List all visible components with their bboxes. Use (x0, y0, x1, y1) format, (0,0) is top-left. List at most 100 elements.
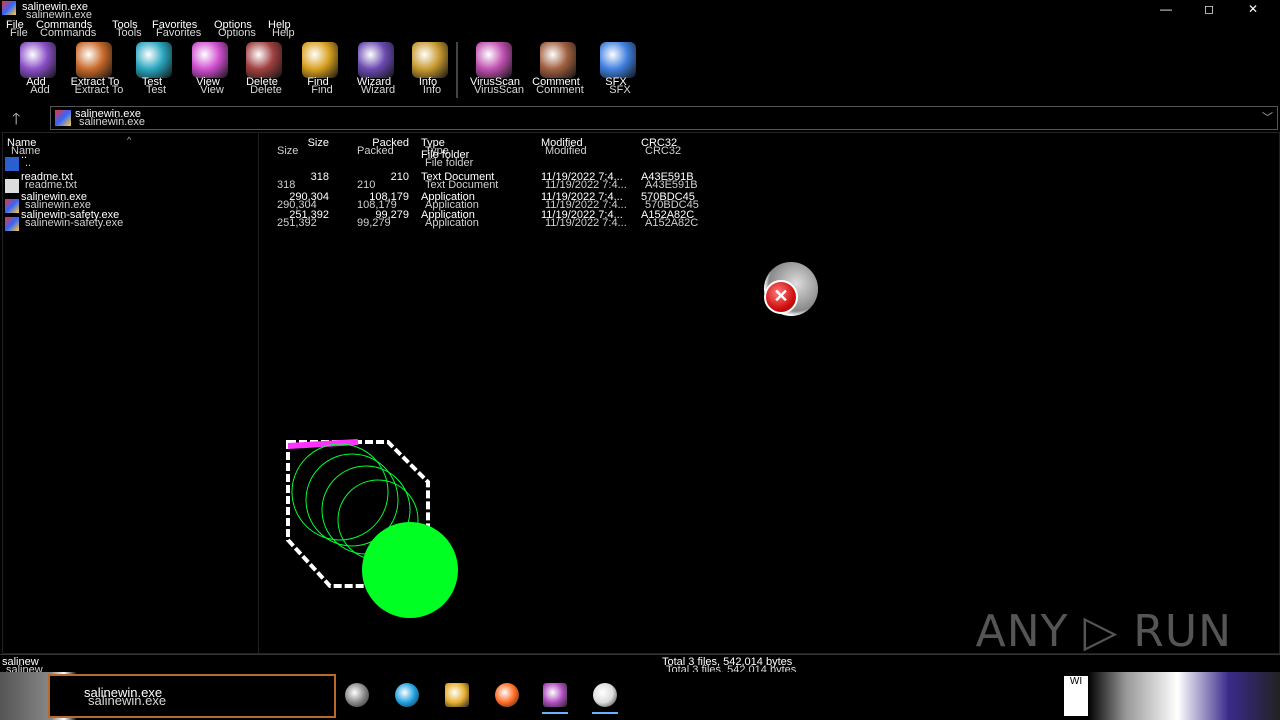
file-name: salinewin-safety.exe salinewin-safety.exe (21, 209, 124, 229)
column-header-modified[interactable]: Modified Modified (541, 138, 587, 157)
toolbar-label: Delete Delete (246, 76, 282, 96)
extract-icon (76, 42, 112, 78)
running-indicator (542, 712, 568, 714)
test-icon (136, 42, 172, 78)
firefox-taskbar-button[interactable] (490, 678, 524, 712)
view-icon (192, 42, 228, 78)
info-button[interactable]: Info Info (402, 40, 454, 102)
settings-icon (593, 683, 617, 707)
address-path: salinewin.exe salinewin.exe (75, 108, 146, 128)
error-dialog-icon: ✕ (764, 262, 818, 316)
wizard-icon (358, 42, 394, 78)
close-button[interactable]: ✕ (1248, 2, 1258, 16)
view-button[interactable]: View View (182, 40, 234, 102)
text-file-icon (5, 179, 19, 193)
file-name: salinewin.exe salinewin.exe (21, 191, 92, 211)
column-header-packed[interactable]: Packed Packed (353, 138, 409, 157)
chevron-down-icon[interactable]: ﹀ (1262, 109, 1273, 125)
running-indicator (592, 712, 618, 714)
system-tray[interactable]: WI (1064, 676, 1088, 716)
menu-commands[interactable]: Commands Commands (36, 20, 96, 39)
menu-options[interactable]: Options Options (214, 20, 256, 39)
winrar-taskbar-button[interactable] (538, 678, 572, 714)
toolbar-label: Wizard Wizard (356, 76, 396, 96)
file-type: File folder File folder (421, 149, 474, 169)
taskbar-active-window[interactable]: salinewin.exe salinewin.exe (48, 674, 336, 718)
toolbar-label: Test Test (141, 76, 167, 96)
toolbar-label: VirusScan VirusScan (470, 76, 524, 96)
status-bar: salinew salinew Total 3 files, 542,014 by… (0, 654, 1280, 676)
archive-icon (55, 110, 71, 126)
column-header-type[interactable]: Type Type (421, 138, 449, 157)
edge-icon (395, 683, 419, 707)
comment-button[interactable]: Comment Comment (530, 40, 584, 102)
menu-favorites[interactable]: Favorites Favorites (152, 20, 201, 39)
task-view-taskbar-button[interactable] (340, 678, 374, 712)
column-header-name[interactable]: Name Name (7, 138, 40, 157)
menu-file[interactable]: File File (6, 20, 28, 39)
virusscan-icon (476, 42, 512, 78)
window-title: salinewin.exe salinewin.exe (22, 1, 93, 21)
info-icon (412, 42, 448, 78)
file-modified: 11/19/2022 7:4... 11/19/2022 7:4... (541, 191, 627, 211)
file-crc: A152A82C A152A82C (641, 209, 699, 229)
file-type: Application Application (421, 209, 479, 229)
file-row[interactable]: salinewin-safety.exe salinewin-safety.exe… (3, 210, 723, 234)
exe-file-icon (5, 199, 19, 213)
sort-arrow-icon: ^ (127, 135, 132, 145)
file-explorer-taskbar-button[interactable] (440, 678, 474, 712)
taskbar-window-label: salinewin.exe salinewin.exe (84, 685, 167, 708)
folder-icon (5, 157, 19, 171)
winrar-app-icon (2, 1, 16, 15)
file-packed: 108,179 108,179 (357, 191, 409, 211)
menu-bar: File File Commands Commands Tools Tools Favori… (0, 18, 1280, 40)
firefox-icon (495, 683, 519, 707)
delete-icon (246, 42, 282, 78)
title-bar: salinewin.exe salinewin.exe — ◻ ✕ (0, 0, 1280, 21)
status-left-text: salinew salinew (2, 656, 43, 676)
file-size: 318 318 (277, 171, 329, 191)
task-view-icon (345, 683, 369, 707)
taskbar: salinewin.exe salinewin.exe WI (0, 672, 1280, 720)
address-bar: 🡑 salinewin.exe salinewin.exe ﹀ (0, 104, 1280, 130)
toolbar-label: Comment Comment (532, 76, 584, 96)
toolbar-separator (456, 42, 458, 98)
toolbar-label: Add Add (26, 76, 50, 96)
file-name: readme.txt readme.txt (21, 171, 77, 191)
edge-taskbar-button[interactable] (390, 678, 424, 712)
column-header-size[interactable]: Size Size (273, 138, 329, 157)
test-button[interactable]: Test Test (126, 40, 178, 102)
watermark-logo: ANY ▷ RUN (975, 606, 1232, 657)
find-icon (302, 42, 338, 78)
toolbar-label: Extract To Extract To (70, 76, 124, 96)
minimize-button[interactable]: — (1160, 2, 1172, 16)
up-one-level-icon[interactable]: 🡑 (12, 108, 20, 135)
add-icon (20, 42, 56, 78)
file-explorer-icon (445, 683, 469, 707)
file-modified: 11/19/2022 7:4... 11/19/2022 7:4... (541, 171, 627, 191)
virusscan-button[interactable]: VirusScan VirusScan (466, 40, 524, 102)
winrar-icon (543, 683, 567, 707)
maximize-button[interactable]: ◻ (1204, 2, 1214, 16)
file-packed: 99,279 99,279 (357, 209, 409, 229)
delete-button[interactable]: Delete Delete (236, 40, 288, 102)
find-button[interactable]: Find Find (292, 40, 344, 102)
column-header-crc32[interactable]: CRC32 CRC32 (641, 138, 681, 157)
file-packed: 210 210 (357, 171, 409, 191)
toolbar-label: View View (196, 76, 224, 96)
sfx-button[interactable]: SFX SFX (590, 40, 642, 102)
settings-taskbar-button[interactable] (588, 678, 622, 714)
file-type: Text Document Text Document (421, 171, 499, 191)
address-field[interactable]: salinewin.exe salinewin.exe ﹀ (50, 106, 1278, 130)
toolbar-label: Find Find (307, 76, 333, 96)
status-summary: Total 3 files, 542,014 bytes Total 3 file… (662, 656, 797, 676)
wizard-button[interactable]: Wizard Wizard (348, 40, 400, 102)
menu-help[interactable]: Help Help (268, 20, 295, 39)
menu-tools[interactable]: Tools Tools (112, 20, 142, 39)
extract-to-button[interactable]: Extract To Extract To (66, 40, 124, 102)
file-modified: 11/19/2022 7:4... 11/19/2022 7:4... (541, 209, 627, 229)
add-button[interactable]: Add Add (10, 40, 62, 102)
toolbar: Add Add Extract To Extract To Test Test View Vi… (0, 40, 1280, 102)
toolbar-label: SFX SFX (605, 76, 631, 96)
file-size: 251,392 251,392 (277, 209, 329, 229)
